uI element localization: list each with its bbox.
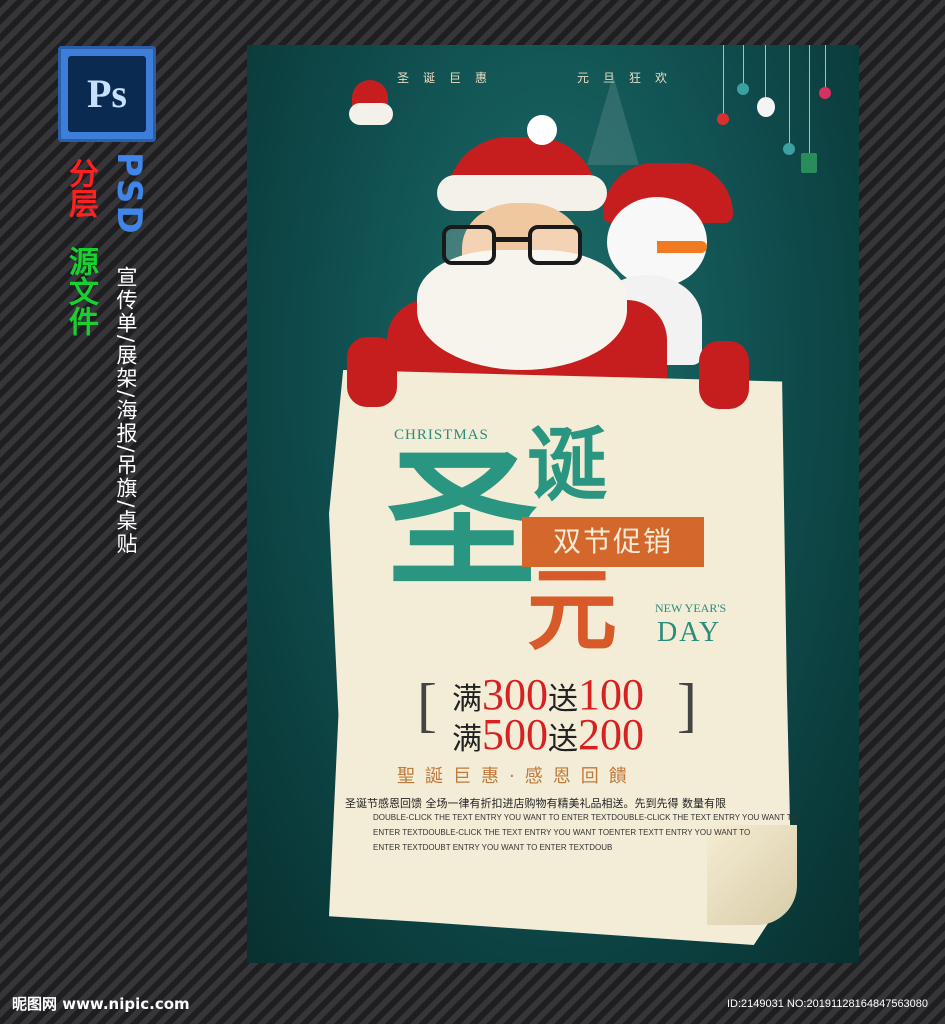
santa-right-mitten	[699, 341, 749, 409]
offer-line-2: 满500送200	[452, 710, 644, 759]
image-id: ID:2149031 NO:20191128164847563080	[727, 998, 929, 1010]
placeholder-text-line: ENTER TEXTDOUBLE-CLICK THE TEXT ENTRY YO…	[373, 828, 751, 837]
nipic-logo: 昵图网 www.nipic.com	[12, 995, 190, 1013]
hat-brim	[349, 103, 393, 125]
ps-label: Ps	[68, 56, 146, 132]
title-char-yuan: 元	[527, 557, 617, 663]
ornament-ball	[819, 87, 831, 99]
top-slogan-right: 元旦狂欢	[577, 71, 682, 85]
offer-bracket-right: ]	[677, 672, 697, 738]
photoshop-icon: Ps	[58, 46, 156, 142]
christmas-tree-decoration	[587, 75, 639, 165]
ornament-ball	[717, 113, 729, 125]
ornament-ball	[783, 143, 795, 155]
santa-hat-pompom	[527, 115, 557, 145]
placeholder-text-line: ENTER TEXTDOUBT ENTRY YOU WANT TO ENTER …	[373, 843, 613, 852]
christmas-poster: 圣诞巨惠 元旦狂欢 CHRISTMAS 圣 诞 元 双节促销 NEW YEAR'…	[247, 45, 859, 963]
promo-tag: 双节促销	[522, 517, 704, 567]
santa-beard	[417, 250, 627, 370]
ornament-ball	[737, 83, 749, 95]
santa-glasses	[442, 225, 582, 265]
hanging-ornaments	[717, 45, 847, 195]
snowman-ornament-icon	[757, 97, 775, 117]
promo-description: 圣诞节感恩回馈 全场一律有折扣进店购物有精美礼品相送。先到先得 数量有限	[345, 797, 726, 810]
day-en-label: DAY	[657, 617, 722, 648]
placeholder-text-line: DOUBLE-CLICK THE TEXT ENTRY YOU WANT TO …	[373, 813, 798, 822]
santa-left-mitten	[347, 337, 397, 407]
psd-label: PSD	[109, 152, 149, 236]
offer-bracket-left: [	[417, 672, 437, 738]
source-file-label: 源文件	[63, 246, 98, 336]
uses-label: 宣传单/展架/海报/吊旗/桌贴	[114, 266, 138, 556]
layered-label: 分层	[63, 158, 98, 218]
left-label-strip: Ps PSD 分层 源文件 宣传单/展架/海报/吊旗/桌贴	[0, 0, 245, 1024]
top-slogan-left: 圣诞巨惠	[397, 71, 502, 85]
newyear-en-label: NEW YEAR'S	[655, 601, 727, 615]
title-char-dan: 诞	[527, 418, 607, 512]
thanks-slogan: 聖誕巨惠·感恩回饋	[397, 766, 637, 787]
paper-curl	[707, 825, 797, 925]
tree-ornament-icon	[801, 153, 817, 173]
snowman-nose	[657, 241, 707, 253]
title-char-sheng: 圣	[387, 432, 538, 608]
